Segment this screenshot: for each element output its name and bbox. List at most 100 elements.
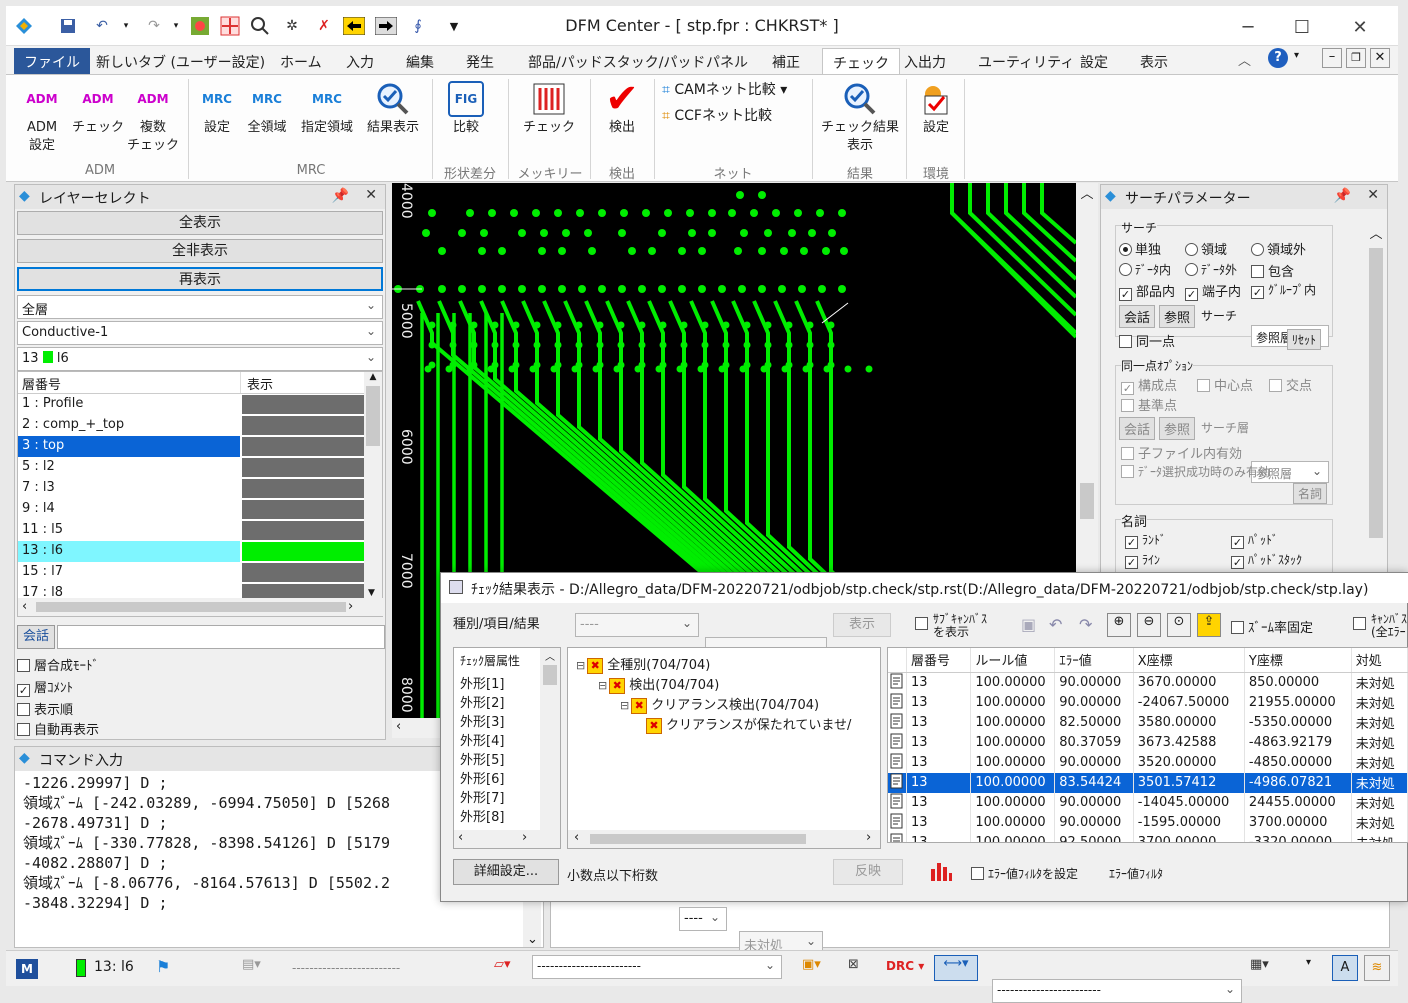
grid-icon[interactable]: ▦▾ <box>1250 957 1269 972</box>
apply-button[interactable]: 反映 <box>833 859 903 885</box>
checkbox[interactable] <box>1119 335 1132 348</box>
layer-list-hscrollbar[interactable]: ‹ › <box>18 598 384 616</box>
fig-compare-button[interactable]: FIG 比較 <box>438 77 494 137</box>
checkbox-checked[interactable]: ✓ <box>1121 382 1134 395</box>
land-option[interactable]: ✓ ﾗﾝﾄﾞ <box>1125 531 1166 549</box>
tab-home[interactable]: ホーム <box>270 48 332 74</box>
scroll-left-icon[interactable]: ‹ <box>22 599 27 614</box>
mode-icon[interactable]: M <box>16 959 38 979</box>
minimize-button[interactable]: ─ <box>1228 12 1268 42</box>
tab-utility[interactable]: ユーティリティ <box>968 48 1084 74</box>
cam-net-button[interactable]: ⌗ CAMネット比較 ▾ <box>662 79 787 99</box>
tab-edit[interactable]: 編集 <box>396 48 444 74</box>
scroll-thumb[interactable] <box>1369 248 1383 538</box>
close-button[interactable]: ✕ <box>1340 12 1380 42</box>
mdi-minimize-icon[interactable]: – <box>1322 48 1342 68</box>
detect-button[interactable]: ✔ 検出 <box>596 77 648 137</box>
col-header[interactable]: 層番号 <box>906 648 972 673</box>
redo-icon[interactable]: ↷ <box>1079 615 1092 634</box>
panel-close-icon[interactable]: ✕ <box>365 187 377 203</box>
collapse-icon[interactable]: ⊟ <box>576 659 585 672</box>
scroll-right-icon[interactable]: › <box>522 830 527 845</box>
mrc-setting-button[interactable]: MRC 設定 <box>194 77 240 137</box>
mrc-result-button[interactable]: 結果表示 <box>360 77 426 137</box>
tab-parts[interactable]: 部品/パッドスタック/パッド <box>518 48 715 74</box>
tree-node[interactable]: ⊟ ✖ 全種別(704/704) <box>576 654 710 674</box>
panel-close-icon[interactable]: ✕ <box>1367 187 1379 203</box>
table-row[interactable]: 13 100.00000 90.00000 -24067.50000 21955.000… <box>888 692 1408 713</box>
checkbox[interactable] <box>1353 617 1366 630</box>
in-pin-option[interactable]: ✓ 端子内 <box>1185 281 1241 301</box>
status-combo-3[interactable]: ------------------------ ⌄ <box>992 979 1242 1003</box>
radio-outside[interactable]: 領域外 <box>1251 239 1306 258</box>
tab-check[interactable]: チェック <box>822 48 900 74</box>
pin-icon[interactable]: 📌 <box>332 188 349 204</box>
checkbox[interactable] <box>17 659 30 672</box>
zoom-out-icon[interactable]: ⊖ <box>1137 613 1161 637</box>
export-icon[interactable]: ⇪ <box>1197 613 1221 637</box>
radio[interactable] <box>1251 243 1264 256</box>
col-layer[interactable]: 層番号 <box>18 372 240 393</box>
chat-button[interactable]: 会話 <box>17 625 55 649</box>
adm-setting-button[interactable]: ADM ADM 設定 <box>14 77 70 155</box>
search-ref-button[interactable]: 参照 <box>1159 305 1196 328</box>
col-header[interactable]: Y座標 <box>1244 648 1352 673</box>
display-order-option[interactable]: 表示順 <box>17 699 73 718</box>
cross-option[interactable]: 交点 <box>1269 375 1312 394</box>
table-row[interactable]: 13 100.00000 90.00000 -14045.00000 24455.000… <box>888 792 1408 813</box>
in-part-option[interactable]: ✓ 部品内 <box>1119 281 1175 301</box>
col-header[interactable]: X座標 <box>1133 648 1245 673</box>
snap-icon[interactable]: ⚑ <box>156 957 170 976</box>
layers-icon[interactable]: ≋ <box>1364 955 1390 981</box>
layer-display-swatch[interactable] <box>240 479 364 498</box>
scroll-left-icon[interactable]: ‹ <box>458 830 463 845</box>
scroll-up-icon[interactable]: ︿ <box>1076 183 1098 202</box>
col-header[interactable]: ルール値 <box>970 648 1056 673</box>
tab-panel[interactable]: パネル <box>696 48 758 74</box>
measure-icon[interactable]: ⟷▾ <box>934 955 978 981</box>
scroll-left-icon[interactable]: ‹ <box>396 719 401 734</box>
tree-node[interactable]: ✖ クリアランスが保たれていませ/ <box>644 714 851 734</box>
radio-single[interactable]: 単独 <box>1119 239 1161 258</box>
checkbox[interactable] <box>1121 447 1134 460</box>
checkbox[interactable] <box>1231 621 1244 634</box>
tree-node[interactable]: ⊟ ✖ クリアランス検出(704/704) <box>620 694 819 714</box>
tab-input[interactable]: 入力 <box>336 48 384 74</box>
checkbox[interactable] <box>1121 399 1134 412</box>
tree-node[interactable]: ⊟ ✖ 検出(704/704) <box>598 674 719 694</box>
scroll-left-icon[interactable]: ‹ <box>574 830 579 845</box>
tab-io[interactable]: 入出力 <box>894 48 956 74</box>
mrc-all-button[interactable]: MRC 全領域 <box>242 77 292 137</box>
zoom-fix-option[interactable]: ｽﾞｰﾑ率固定 <box>1231 617 1313 636</box>
decimal-select[interactable]: ---- ⌄ <box>679 907 727 931</box>
data-success-option[interactable]: ﾃﾞｰﾀ選択成功時のみ有効 <box>1121 463 1270 480</box>
radio-out-data[interactable]: ﾃﾞｰﾀ外 <box>1185 261 1237 278</box>
tab-settings[interactable]: 設定 <box>1070 48 1118 74</box>
status-combo-1[interactable]: ------------------------- <box>292 961 472 975</box>
center-option[interactable]: 中心点 <box>1197 375 1253 394</box>
table-row[interactable]: 13 100.00000 82.50000 3580.00000 -5350.00000… <box>888 712 1408 733</box>
canvas-all-option[interactable]: ｷｬﾝﾊﾞｽ (全ｴﾗｰ <box>1353 613 1408 639</box>
layer-display-swatch[interactable] <box>240 458 364 477</box>
include-option[interactable]: 包含 <box>1251 261 1294 280</box>
select-mode-icon[interactable]: ▣▾ <box>802 957 821 972</box>
scroll-up-icon[interactable]: ▲ <box>364 372 382 382</box>
zoom-in-icon[interactable]: ⊕ <box>1107 613 1131 637</box>
scroll-down-icon[interactable]: ⌄ <box>527 932 538 947</box>
cross-box-icon[interactable]: ⊠ <box>848 957 859 972</box>
err-filter-option[interactable]: ｴﾗｰ値ﾌｨﾙﾀを設定 <box>971 865 1078 882</box>
layer-row[interactable]: 9 : l4 <box>18 499 382 520</box>
checkbox-checked[interactable]: ✓ <box>1231 536 1244 549</box>
maximize-button[interactable]: ☐ <box>1282 12 1322 42</box>
radio[interactable] <box>1185 263 1198 276</box>
check-result-button[interactable]: チェック結果 表示 <box>816 77 904 155</box>
tab-view[interactable]: 表示 <box>1130 48 1178 74</box>
sub-file-option[interactable]: 子ファイル内有効 <box>1121 443 1242 462</box>
col-header[interactable]: 対処 <box>1351 648 1408 673</box>
mrc-area-button[interactable]: MRC 指定領域 <box>292 77 362 137</box>
layer-display-swatch[interactable] <box>240 542 364 561</box>
mdi-close-icon[interactable]: ✕ <box>1370 48 1390 68</box>
plating-check-button[interactable]: チェック <box>516 77 582 137</box>
more-dropdown-icon[interactable]: ▾ <box>1306 957 1311 968</box>
checkbox-checked[interactable]: ✓ <box>1185 288 1198 301</box>
